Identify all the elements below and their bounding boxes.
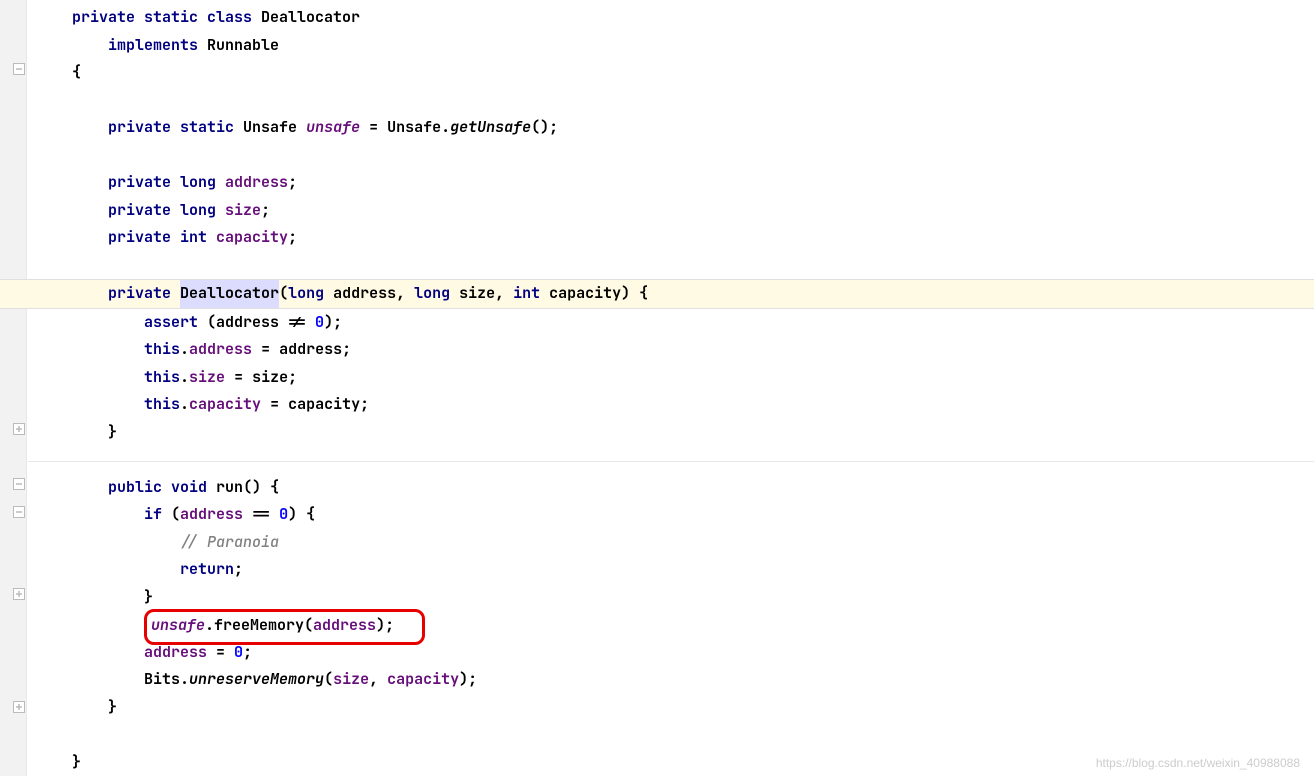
code-line: implements Runnable [28, 32, 1314, 60]
code-line: this.capacity = capacity; [28, 391, 1314, 419]
code-line: this.size = size; [28, 364, 1314, 392]
code-line: this.address = address; [28, 336, 1314, 364]
code-line: private int capacity; [28, 224, 1314, 252]
code-line: } [28, 584, 1314, 612]
code-line: private long size; [28, 197, 1314, 225]
code-line [28, 721, 1314, 749]
code-line [28, 252, 1314, 280]
code-line: return; [28, 556, 1314, 584]
code-line: { [28, 59, 1314, 87]
editor-gutter [0, 0, 27, 776]
fold-icon[interactable] [13, 60, 25, 72]
code-line-annotated: unsafe.freeMemory(address); [28, 611, 1314, 639]
method-separator [28, 461, 1314, 462]
code-line: // Paranoia [28, 529, 1314, 557]
code-line: public void run() { [28, 474, 1314, 502]
code-line [28, 446, 1314, 474]
code-line [28, 87, 1314, 115]
code-line: private static class Deallocator [28, 4, 1314, 32]
fold-icon[interactable] [13, 420, 25, 432]
code-line [28, 142, 1314, 170]
code-editor[interactable]: private static class Deallocator impleme… [28, 0, 1314, 776]
code-line: Bits.unreserveMemory(size, capacity); [28, 666, 1314, 694]
watermark-text: https://blog.csdn.net/weixin_40988088 [1096, 756, 1300, 770]
code-line: assert (address != 0); [28, 309, 1314, 337]
fold-icon[interactable] [13, 503, 25, 515]
code-line: } [28, 419, 1314, 447]
fold-icon[interactable] [13, 585, 25, 597]
code-line: private static Unsafe unsafe = Unsafe.ge… [28, 114, 1314, 142]
code-line: private long address; [28, 169, 1314, 197]
code-line: address = 0; [28, 639, 1314, 667]
code-line: } [28, 694, 1314, 722]
code-line-highlight: private Deallocator(long address, long s… [0, 279, 1314, 309]
fold-icon[interactable] [13, 475, 25, 487]
code-line: if (address == 0) { [28, 501, 1314, 529]
fold-icon[interactable] [13, 698, 25, 710]
